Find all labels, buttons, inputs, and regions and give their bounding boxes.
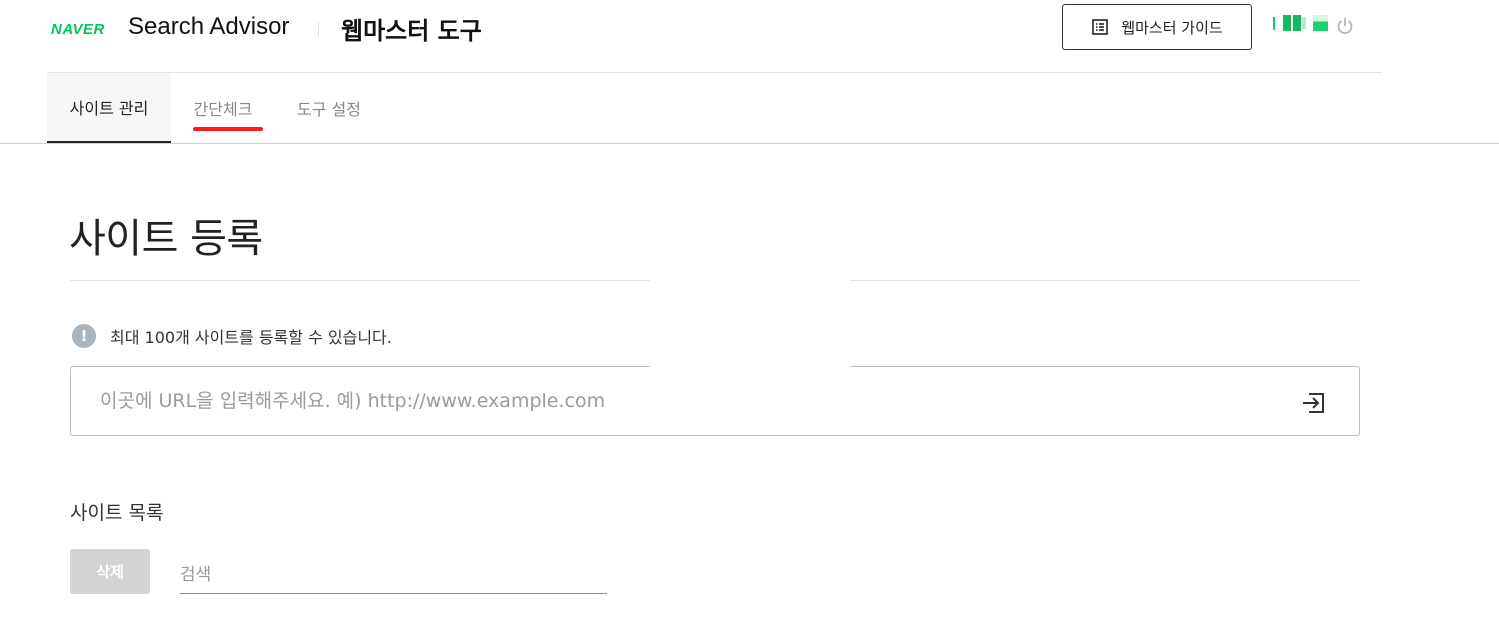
app-name[interactable]: Search Advisor (128, 13, 289, 41)
url-box-gap (650, 366, 850, 368)
exclamation-icon: ! (72, 324, 96, 348)
document-list-icon (1091, 18, 1109, 36)
highlight-underline (193, 127, 263, 131)
title-divider (850, 280, 1360, 281)
naver-logo[interactable]: NAVER (51, 21, 105, 38)
power-icon[interactable] (1335, 16, 1355, 40)
tabs-divider-line (0, 143, 1499, 144)
user-avatar-mosaic (1302, 17, 1306, 29)
tab-site-management[interactable]: 사이트 관리 (47, 73, 171, 143)
webmaster-guide-label: 웹마스터 가이드 (1121, 18, 1223, 37)
tab-quick-check[interactable]: 간단체크 (175, 73, 271, 143)
user-avatar[interactable] (1283, 15, 1301, 31)
title-divider (70, 280, 650, 281)
notice-text: 최대 100개 사이트를 등록할 수 있습니다. (110, 328, 392, 347)
tab-tool-settings[interactable]: 도구 설정 (280, 73, 378, 143)
delete-button[interactable]: 삭제 (70, 549, 150, 594)
url-input[interactable] (100, 386, 1250, 416)
search-input[interactable] (180, 556, 607, 594)
site-list-title: 사이트 목록 (70, 502, 164, 524)
page-title: 사이트 등록 (69, 216, 263, 262)
webmaster-guide-button[interactable]: 웹마스터 가이드 (1062, 4, 1252, 50)
header-divider (318, 22, 319, 36)
user-avatar-mosaic (1313, 15, 1328, 31)
enter-arrow-icon[interactable] (1300, 389, 1328, 421)
user-indicator (1273, 17, 1275, 30)
app-subtitle: 웹마스터 도구 (341, 17, 482, 45)
